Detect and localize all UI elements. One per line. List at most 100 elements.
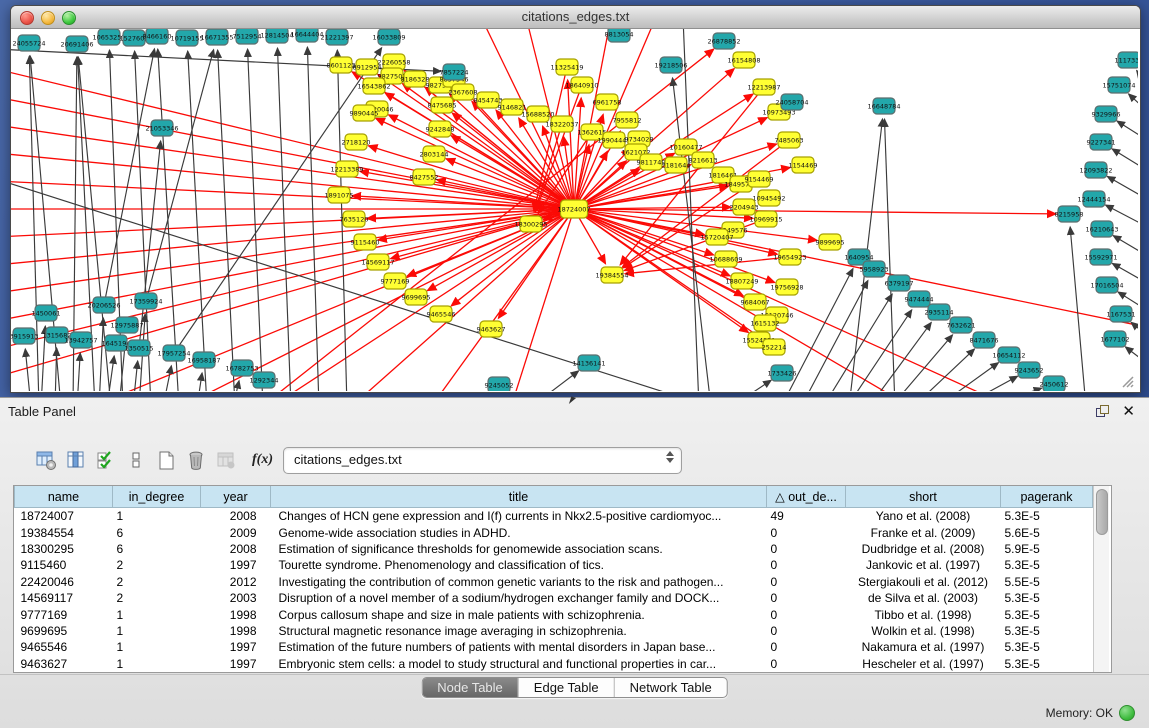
graph-node[interactable]: 3915913 bbox=[11, 328, 38, 344]
graph-node[interactable]: 26878852 bbox=[707, 33, 740, 49]
network-window-titlebar[interactable]: citations_edges.txt bbox=[11, 6, 1140, 29]
graph-node[interactable]: 1615132 bbox=[751, 315, 780, 331]
graph-node[interactable]: 12444154 bbox=[1077, 191, 1110, 207]
graph-node[interactable]: 8215958 bbox=[1055, 206, 1084, 222]
graph-node[interactable]: 8427552 bbox=[410, 169, 439, 185]
graph-node[interactable]: 19384554 bbox=[595, 267, 628, 283]
graph-node[interactable]: 16210643 bbox=[1085, 221, 1118, 237]
graph-node[interactable]: 2450612 bbox=[1040, 376, 1069, 391]
graph-node[interactable]: 7955812 bbox=[613, 112, 642, 128]
graph-node[interactable]: 8216613 bbox=[689, 152, 718, 168]
graph-node[interactable]: 16648784 bbox=[867, 98, 900, 114]
graph-node[interactable]: 6379197 bbox=[885, 275, 914, 291]
graph-node[interactable]: 16644404 bbox=[290, 29, 323, 42]
graph-node[interactable]: 19218506 bbox=[654, 57, 687, 73]
graph-node[interactable]: 9890445 bbox=[350, 105, 379, 121]
graph-node[interactable]: 19756928 bbox=[770, 279, 803, 295]
table-row[interactable]: 969969511998Structural magnetic resonanc… bbox=[15, 623, 1093, 639]
graph-node[interactable]: 8475685 bbox=[428, 97, 457, 113]
table-row[interactable]: 1456911722003Disruption of a novel membe… bbox=[15, 590, 1093, 606]
delete-table-icon[interactable] bbox=[186, 449, 207, 471]
graph-node[interactable]: 20691406 bbox=[60, 36, 93, 52]
graph-node[interactable]: 20206526 bbox=[87, 297, 120, 313]
column-header-in_degree[interactable]: in_degree bbox=[113, 486, 201, 508]
column-header-title[interactable]: title bbox=[271, 486, 767, 508]
graph-node[interactable]: 17016504 bbox=[1090, 277, 1123, 293]
graph-node[interactable]: 18322037 bbox=[545, 116, 578, 132]
graph-node[interactable]: 2181644 bbox=[662, 157, 691, 173]
graph-node[interactable]: 7635120 bbox=[340, 211, 369, 227]
graph-node[interactable]: 9227341 bbox=[1087, 134, 1116, 150]
graph-node[interactable]: 9684067 bbox=[741, 294, 770, 310]
graph-node[interactable]: 5958923 bbox=[860, 261, 889, 277]
table-row[interactable]: 1830029562008Estimation of significance … bbox=[15, 541, 1093, 557]
row-height-icon[interactable] bbox=[126, 449, 147, 471]
graph-node[interactable]: 12814504 bbox=[260, 29, 293, 43]
table-row[interactable]: 1938455462009Genome-wide association stu… bbox=[15, 524, 1093, 540]
graph-node[interactable]: 10719155 bbox=[170, 30, 203, 46]
graph-node[interactable]: 16033809 bbox=[372, 29, 405, 45]
graph-node[interactable]: 2718120 bbox=[342, 134, 371, 150]
select-rows-icon[interactable] bbox=[96, 449, 117, 471]
resize-grip[interactable] bbox=[1123, 377, 1133, 387]
network-window[interactable]: citations_edges.txt 18724007860112389129… bbox=[10, 5, 1141, 393]
graph-node[interactable]: 7632621 bbox=[947, 317, 976, 333]
graph-node[interactable]: 2935114 bbox=[925, 304, 954, 320]
graph-node[interactable]: 11325419 bbox=[550, 59, 583, 75]
graph-node[interactable]: 10654112 bbox=[992, 347, 1025, 363]
graph-node[interactable]: 14136141 bbox=[572, 355, 605, 371]
table-row[interactable]: 946554611997Estimation of the future num… bbox=[15, 639, 1093, 655]
graph-node[interactable]: 2204943 bbox=[730, 199, 759, 215]
network-canvas[interactable]: 1872400786011238912954222605589827503818… bbox=[11, 29, 1138, 391]
table-row[interactable]: 2242004622012Investigating the contribut… bbox=[15, 574, 1093, 590]
tab-node-table[interactable]: Node Table bbox=[422, 678, 519, 697]
graph-node[interactable]: 1677102 bbox=[1101, 331, 1130, 347]
graph-node[interactable]: 12213987 bbox=[747, 79, 780, 95]
import-table-icon[interactable] bbox=[216, 449, 237, 471]
graph-node[interactable]: 15751074 bbox=[1102, 77, 1135, 93]
column-chooser-icon[interactable] bbox=[66, 449, 87, 471]
graph-node[interactable]: 24055724 bbox=[12, 35, 45, 51]
graph-node[interactable]: 1350515 bbox=[125, 340, 154, 356]
graph-node[interactable]: 12975887 bbox=[110, 317, 143, 333]
scrollbar-thumb[interactable] bbox=[1096, 489, 1108, 535]
column-header-year[interactable]: year bbox=[201, 486, 271, 508]
close-panel-icon[interactable]: ✕ bbox=[1122, 402, 1135, 420]
graph-node[interactable]: 1154469 bbox=[789, 157, 818, 173]
graph-node[interactable]: 7512954 bbox=[233, 29, 262, 44]
graph-node[interactable]: 18640910 bbox=[565, 77, 598, 93]
graph-node[interactable]: 17359924 bbox=[129, 293, 162, 309]
graph-node[interactable]: 1117333 bbox=[1115, 52, 1138, 68]
graph-node[interactable]: 15592971 bbox=[1084, 249, 1117, 265]
graph-node[interactable]: 9245052 bbox=[485, 377, 514, 391]
table-row[interactable]: 1872400712008Changes of HCN gene express… bbox=[15, 508, 1093, 525]
network-graph[interactable]: 1872400786011238912954222605589827503818… bbox=[11, 29, 1138, 391]
graph-node[interactable]: 1891075 bbox=[325, 187, 354, 203]
graph-node[interactable]: 21221397 bbox=[320, 29, 353, 45]
graph-node[interactable]: 9242848 bbox=[426, 121, 455, 137]
graph-node[interactable]: 18724007 bbox=[557, 200, 590, 218]
memory-status-icon[interactable] bbox=[1119, 705, 1135, 721]
graph-node[interactable]: 252214 bbox=[762, 339, 787, 355]
function-builder-icon[interactable]: f(x) bbox=[252, 452, 273, 468]
graph-node[interactable]: 8601123 bbox=[327, 57, 356, 73]
graph-node[interactable]: 17957254 bbox=[157, 345, 190, 361]
table-scrollbar[interactable] bbox=[1093, 486, 1109, 672]
graph-node[interactable]: 7485063 bbox=[775, 132, 804, 148]
graph-node[interactable]: 16154808 bbox=[727, 52, 760, 68]
tab-edge-table[interactable]: Edge Table bbox=[519, 678, 615, 697]
table-row[interactable]: 977716911998Corpus callosum shape and si… bbox=[15, 606, 1093, 622]
tab-network-table[interactable]: Network Table bbox=[615, 678, 727, 697]
graph-node[interactable]: 1167531 bbox=[1107, 306, 1136, 322]
column-header-name[interactable]: name bbox=[15, 486, 113, 508]
table-selector-dropdown[interactable]: citations_edges.txt bbox=[283, 447, 682, 474]
float-panel-icon[interactable] bbox=[1096, 405, 1109, 417]
graph-node[interactable]: 8813054 bbox=[605, 29, 634, 42]
graph-node[interactable]: 9699695 bbox=[402, 289, 431, 305]
graph-node[interactable]: 9899695 bbox=[816, 234, 845, 250]
new-table-icon[interactable] bbox=[156, 449, 177, 471]
column-header-short[interactable]: short bbox=[846, 486, 1001, 508]
graph-node[interactable]: 2803144 bbox=[420, 146, 449, 162]
graph-node[interactable]: 9463627 bbox=[477, 321, 506, 337]
graph-node[interactable]: 16671355 bbox=[200, 29, 233, 45]
